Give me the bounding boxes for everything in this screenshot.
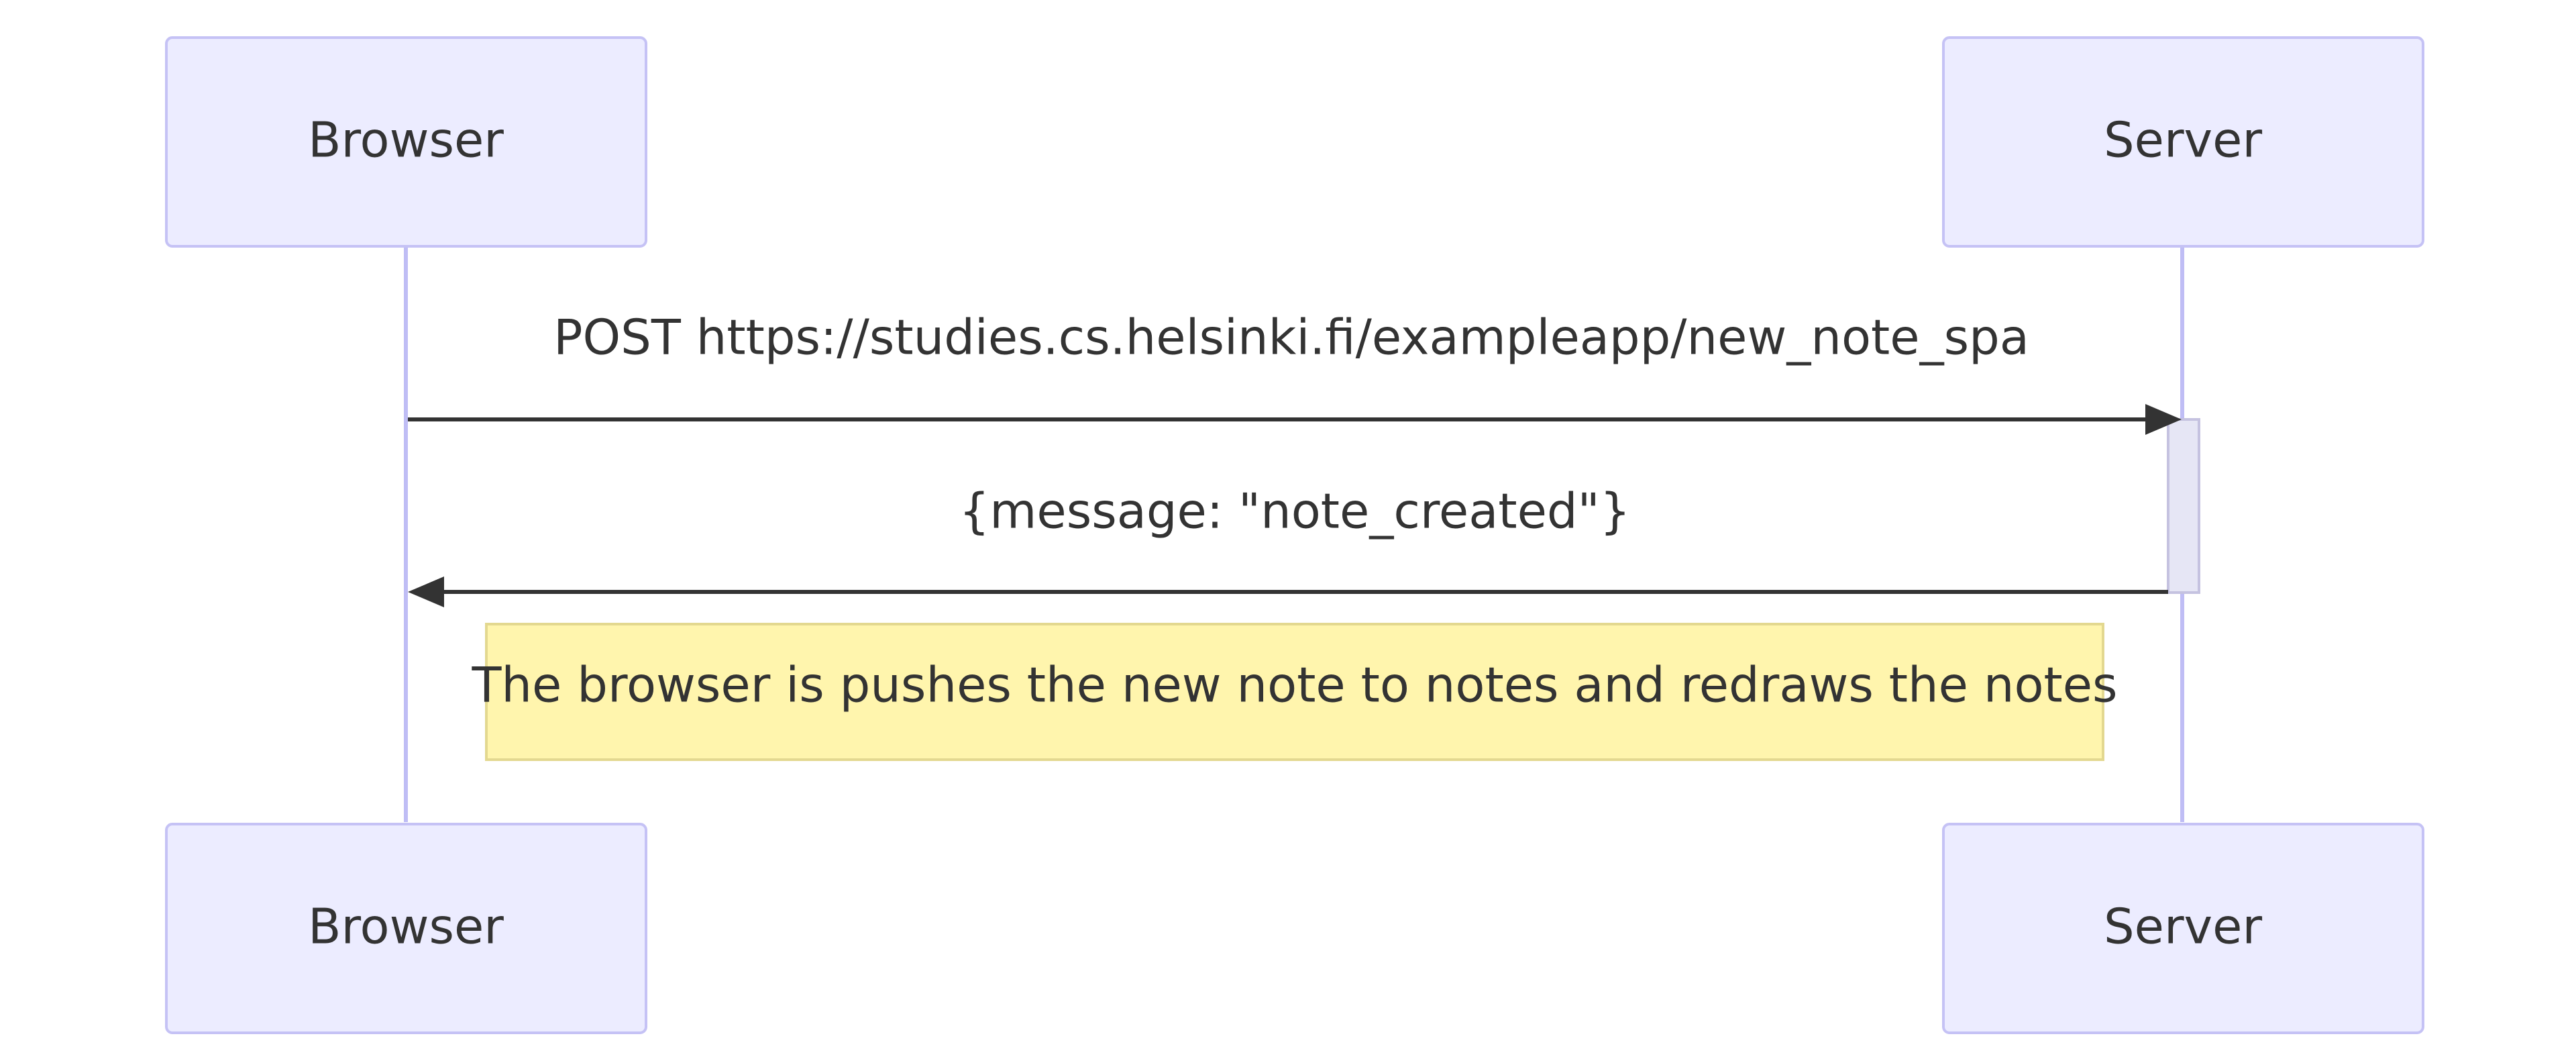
- message-response: {message: "note_created"}: [408, 483, 2168, 607]
- message-post-new-note: POST https://studies.cs.helsinki.fi/exam…: [408, 309, 2182, 435]
- browser-actor-top: Browser: [165, 36, 647, 248]
- message-post-label: POST https://studies.cs.helsinki.fi/exam…: [553, 309, 2029, 366]
- server-actor-top: Server: [1942, 36, 2424, 248]
- server-actor-top-label: Server: [2104, 112, 2263, 168]
- message-response-arrow-head: [408, 576, 444, 607]
- note-text: The browser is pushes the new note to no…: [471, 657, 2117, 713]
- server-activation-bar: [2167, 418, 2200, 594]
- message-response-label: {message: "note_created"}: [959, 483, 1630, 540]
- browser-actor-bottom: Browser: [165, 823, 647, 1034]
- sequence-diagram: Browser Server POST https://studies.cs.h…: [165, 36, 2424, 1034]
- note: The browser is pushes the new note to no…: [471, 623, 2118, 761]
- server-actor-bottom: Server: [1942, 823, 2424, 1034]
- server-actor-bottom-label: Server: [2104, 899, 2263, 955]
- browser-actor-bottom-label: Browser: [308, 899, 504, 955]
- browser-actor-top-label: Browser: [308, 112, 504, 168]
